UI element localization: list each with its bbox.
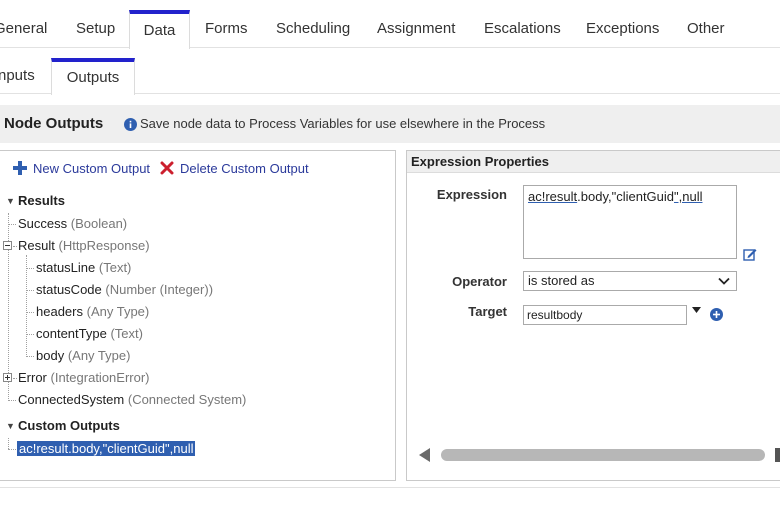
delete-custom-output-label: Delete Custom Output (180, 161, 309, 176)
expression-label: Expression (436, 187, 507, 202)
item-name: headers (36, 304, 83, 319)
tree-item-success[interactable]: Success (Boolean) (18, 214, 127, 234)
tab-exceptions[interactable]: Exceptions (586, 10, 660, 48)
tree-item-statusline[interactable]: statusLine (Text) (36, 258, 131, 278)
expression-part: .body,"clientGuid (577, 189, 675, 204)
dropdown-arrow-icon[interactable] (692, 307, 701, 313)
item-type: (HttpResponse) (58, 238, 150, 253)
tree-connector (13, 246, 17, 247)
expression-field[interactable]: ac!result.body,"clientGuid",null (523, 185, 737, 259)
chevron-down-icon (718, 277, 730, 285)
results-label: Results (18, 193, 65, 208)
tab-outputs[interactable]: Outputs (51, 58, 135, 95)
item-name: statusLine (36, 260, 96, 275)
target-input[interactable] (523, 305, 687, 325)
caret-down-icon: ▼ (6, 421, 15, 431)
section-title: Node Outputs (4, 115, 104, 132)
item-name: Error (18, 370, 47, 385)
tab-forms[interactable]: Forms (205, 10, 251, 48)
operator-value: is stored as (528, 273, 595, 288)
operator-select[interactable]: is stored as (523, 271, 737, 291)
tree-connector (26, 312, 34, 313)
item-name: Success (18, 216, 68, 231)
tree-item-result[interactable]: Result (HttpResponse) (18, 236, 150, 256)
tree-item-connectedsystem[interactable]: ConnectedSystem (Connected System) (18, 390, 246, 410)
caret-down-icon: ▼ (6, 196, 15, 206)
tab-inputs[interactable]: nputs (0, 58, 40, 94)
item-type: (Any Type) (67, 348, 131, 363)
scroll-left-icon[interactable] (419, 448, 431, 462)
item-type: (Boolean) (70, 216, 128, 231)
tab-data[interactable]: Data (129, 10, 190, 49)
primary-tab-bar: General Setup Data Forms Scheduling Assi… (0, 0, 780, 49)
tree-connector (26, 334, 34, 335)
new-custom-output-label: New Custom Output (33, 161, 151, 176)
item-name: statusCode (36, 282, 102, 297)
expression-properties-header: Expression Properties (407, 151, 780, 173)
edit-icon[interactable] (743, 247, 757, 261)
item-name: contentType (36, 326, 107, 341)
node-outputs-header: Node Outputs Save node data to Process V… (0, 105, 780, 143)
tree-connector (13, 378, 17, 379)
custom-output-item[interactable]: ac!result.body,"clientGuid",null (17, 439, 196, 459)
item-name: Result (18, 238, 55, 253)
tree-item-contenttype[interactable]: contentType (Text) (36, 324, 143, 344)
item-type: (Text) (110, 326, 143, 341)
delete-x-icon (160, 161, 174, 175)
tree-connector (26, 268, 34, 269)
tree-item-statuscode[interactable]: statusCode (Number (Integer)) (36, 280, 213, 300)
add-circle-icon[interactable] (710, 308, 723, 321)
tree-connector (26, 356, 34, 357)
tree-connector (26, 290, 34, 291)
tab-general[interactable]: General (0, 10, 48, 48)
item-type: (Text) (98, 260, 132, 275)
item-type: (Any Type) (86, 304, 150, 319)
tree-item-headers[interactable]: headers (Any Type) (36, 302, 149, 322)
tree-item-body[interactable]: body (Any Type) (36, 346, 130, 366)
custom-outputs-group[interactable]: ▼ Custom Outputs (0, 416, 140, 436)
tree-connector (8, 400, 16, 401)
tab-scheduling[interactable]: Scheduling (276, 10, 352, 48)
plus-icon (13, 161, 27, 175)
info-icon (124, 118, 137, 131)
secondary-tab-bar: nputs Outputs (0, 48, 780, 95)
item-type: (Number (Integer)) (105, 282, 214, 297)
tree-connector (26, 255, 27, 357)
item-type: (IntegrationError) (50, 370, 150, 385)
results-group[interactable]: ▼ Results (0, 191, 120, 211)
tab-other[interactable]: Other (687, 10, 729, 48)
panel-title: Expression Properties (411, 154, 549, 169)
item-name: body (36, 348, 65, 363)
target-label: Target (468, 304, 507, 319)
new-custom-output-button[interactable]: New Custom Output (13, 159, 150, 179)
custom-output-name: ac!result.body,"clientGuid",null (17, 441, 196, 456)
info-text: Save node data to Process Variables for … (140, 116, 546, 131)
scroll-right-icon[interactable] (775, 448, 780, 462)
tree-connector (8, 438, 9, 449)
tree-connector (8, 449, 16, 450)
horizontal-scrollbar[interactable] (441, 449, 765, 461)
collapse-result-toggle[interactable] (3, 241, 12, 250)
item-name: ConnectedSystem (18, 392, 125, 407)
expression-part: ",null (674, 189, 703, 204)
item-type: (Connected System) (127, 392, 247, 407)
divider (0, 487, 780, 488)
expand-error-toggle[interactable] (3, 373, 12, 382)
expression-part: ac!result (528, 189, 578, 204)
operator-label: Operator (452, 274, 507, 289)
tree-connector (8, 224, 16, 225)
delete-custom-output-button[interactable]: Delete Custom Output (160, 159, 309, 179)
tab-assignment[interactable]: Assignment (377, 10, 457, 48)
expression-properties-panel: Expression Properties Expression ac!resu… (406, 150, 780, 481)
custom-outputs-label: Custom Outputs (18, 418, 120, 433)
outputs-tree-panel: New Custom Output Delete Custom Output ▼… (0, 150, 396, 481)
tree-item-error[interactable]: Error (IntegrationError) (18, 368, 150, 388)
tab-setup[interactable]: Setup (76, 10, 116, 48)
tab-escalations[interactable]: Escalations (484, 10, 562, 48)
